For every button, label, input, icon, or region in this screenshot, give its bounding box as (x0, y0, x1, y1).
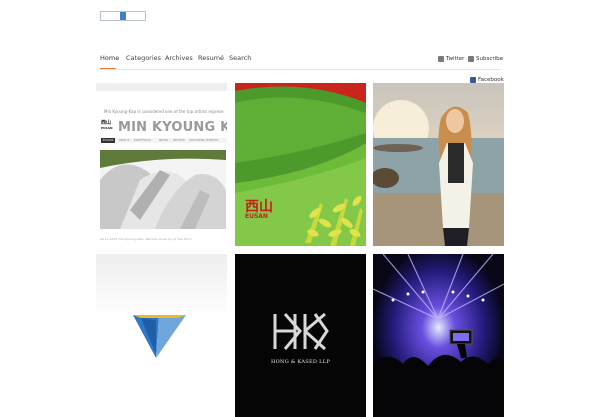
nav-divider (100, 69, 501, 70)
site-menu: EUSAN ABOUT PORTFOLIO NEWS REVIEW UPCOMI… (101, 138, 227, 143)
nav-home[interactable]: Home (100, 54, 119, 62)
subscribe-label: Subscribe (476, 56, 504, 62)
nav-archives[interactable]: Archives (165, 54, 193, 62)
eusan-logo: 西山 EUSAN (245, 199, 273, 220)
top-widget[interactable] (100, 11, 146, 21)
portfolio-tile-min-kyoung-kap[interactable]: Min Kyoung-Kap is considered one of the … (96, 83, 227, 246)
top-widget-icon (120, 12, 126, 20)
hong-kased-logo-icon (273, 312, 329, 351)
twitter-icon (438, 56, 444, 62)
portfolio-tile-hong-kased[interactable]: HONG & KASED LLP (235, 254, 366, 417)
nav-resume[interactable]: Resumé (198, 54, 224, 62)
site-artwork-image (100, 150, 226, 229)
eusan-logo: 西山 EUSAN (101, 120, 113, 131)
nav-search[interactable]: Search (229, 54, 251, 62)
portfolio-tile-eusan[interactable]: 西山 EUSAN (235, 83, 366, 246)
portfolio-tile-concert[interactable] (373, 254, 504, 417)
site-intro-text: Min Kyoung-Kap is considered one of the … (104, 109, 224, 114)
eusan-artwork (235, 83, 366, 246)
twitter-link[interactable]: Twitter (438, 56, 464, 62)
twitter-label: Twitter (446, 56, 465, 62)
nav-categories[interactable]: Categories (126, 54, 161, 62)
site-heading: MIN KYOUNG KA (118, 120, 227, 135)
triangle-logo-icon (133, 315, 186, 358)
site-header-strip (96, 83, 227, 91)
portfolio-tile-triangle-logo[interactable] (96, 254, 227, 417)
concert-photo (373, 254, 504, 417)
portfolio-tile-portrait[interactable] (373, 83, 504, 246)
rss-icon (468, 56, 474, 62)
portrait-photo (373, 83, 504, 246)
subscribe-link[interactable]: Subscribe (468, 56, 503, 62)
site-captions: 06.11.2013: Min Kyoung-Kap: Nature's Qui… (100, 237, 192, 241)
hong-kased-wordmark: HONG & KASED LLP (270, 359, 331, 365)
